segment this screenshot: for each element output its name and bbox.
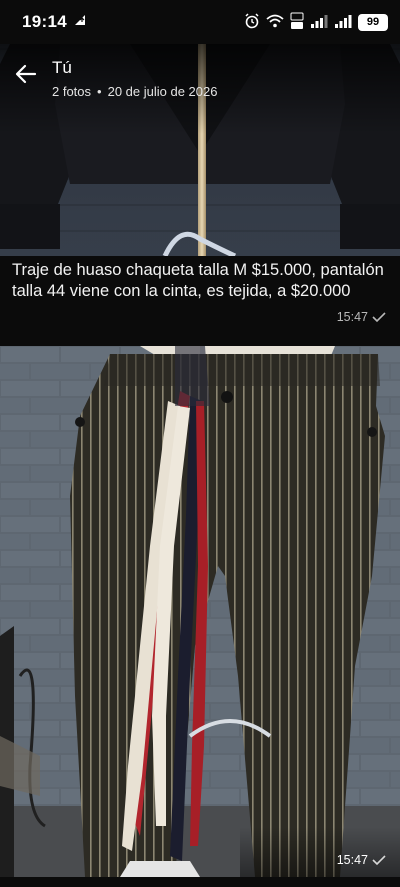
volte-icon [290, 12, 304, 33]
media-date: 20 de julio de 2026 [107, 84, 218, 99]
message-meta: 15:47 [337, 853, 386, 867]
signal-icon-2 [334, 14, 352, 31]
status-time: 19:14 [22, 12, 67, 31]
media-info: 2 fotos • 20 de julio de 2026 [52, 84, 217, 99]
wifi-icon [266, 13, 284, 32]
signal-icon-1 [310, 14, 328, 31]
bottom-spacer [0, 877, 400, 887]
sender-name: Tú [52, 58, 72, 77]
pants-image [0, 346, 400, 877]
photo-count: 2 fotos [52, 84, 92, 99]
message-meta: 15:47 [337, 310, 386, 324]
photo-caption: Traje de huaso chaqueta talla M $15.000,… [0, 256, 400, 338]
photo-pants[interactable]: 15:47 [0, 346, 400, 877]
caption-text: Traje de huaso chaqueta talla M $15.000,… [12, 261, 384, 300]
back-button[interactable] [0, 58, 52, 90]
message-time: 15:47 [336, 310, 368, 324]
status-bar: 19:14 99 [0, 0, 400, 44]
battery-icon: 99 [358, 13, 388, 31]
checkmark-icon [372, 855, 386, 866]
alarm-icon [244, 12, 260, 32]
message-time: 15:47 [336, 853, 368, 867]
separator-dot: • [97, 84, 102, 99]
media-viewer-header: Tú 2 fotos • 20 de julio de 2026 [0, 44, 400, 114]
upload-icon [73, 13, 87, 32]
checkmark-icon [372, 312, 386, 323]
arrow-left-icon [15, 64, 37, 84]
